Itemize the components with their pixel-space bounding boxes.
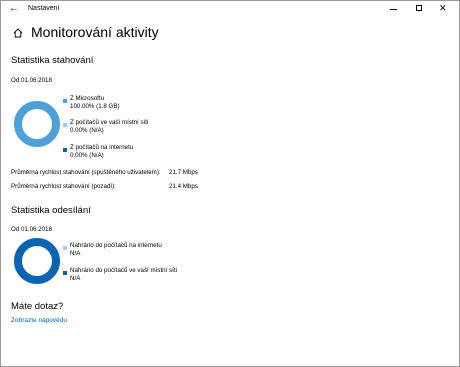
legend-label-microsoft: Z Microsoftu [70, 95, 105, 102]
help-link[interactable]: Zobrazte nápovědu [11, 317, 67, 325]
download-donut-ring [14, 101, 60, 147]
legend-swatch-upload-internet [63, 246, 67, 250]
legend-swatch-microsoft [63, 99, 67, 103]
close-button[interactable]: ✕ [431, 1, 457, 17]
settings-window: ← Nastavení ✕ Monitorování aktivity Stat… [0, 0, 460, 367]
legend-value-microsoft: 100.00% (1.8 GB) [70, 103, 120, 110]
minimize-button[interactable] [381, 1, 407, 17]
legend-label-upload-internet: Nahráno do počítačů na internetu [70, 242, 162, 249]
back-arrow-icon[interactable]: ← [7, 2, 21, 16]
download-section-title: Statistika stahování [11, 55, 94, 66]
legend-label-local-network: Z počítačů ve vaší místní síti [70, 119, 149, 126]
title-bar: ← Nastavení ✕ [1, 1, 459, 17]
legend-swatch-internet [63, 148, 67, 152]
home-icon[interactable] [13, 28, 23, 38]
avg-user-speed-value: 21.7 Mbps [169, 169, 198, 176]
legend-value-internet: 0.00% (N/A) [70, 152, 104, 159]
window-title: Nastavení [28, 5, 60, 12]
upload-donut-chart [14, 238, 60, 284]
upload-donut-ring [14, 238, 60, 284]
download-date: Od 01.06.2018 [11, 77, 52, 84]
avg-user-speed-label: Průměrná rychlost stahování (spuštěného … [11, 169, 161, 176]
upload-date: Od 01.06.2018 [11, 226, 52, 233]
legend-value-upload-local: N/A [70, 275, 81, 282]
maximize-button[interactable] [406, 1, 432, 17]
legend-label-internet: Z počítačů na internetu [70, 144, 134, 151]
page-title: Monitorování aktivity [31, 24, 159, 40]
legend-swatch-local-network [63, 123, 67, 127]
legend-swatch-upload-local [63, 271, 67, 275]
legend-value-local-network: 0.00% (N/A) [70, 127, 104, 134]
close-icon: ✕ [439, 3, 447, 13]
avg-bg-speed-label: Průměrná rychlost stahování (pozadí): [11, 183, 116, 190]
maximize-icon [416, 5, 422, 11]
legend-value-upload-internet: N/A [70, 250, 81, 257]
upload-section-title: Statistika odesílání [11, 205, 91, 216]
avg-bg-speed-value: 21.4 Mbps [169, 183, 198, 190]
help-title: Máte dotaz? [11, 301, 64, 312]
download-donut-chart [14, 101, 60, 147]
legend-label-upload-local: Nahráno do počítačů ve vaší místní síti [70, 267, 177, 274]
minimize-icon [390, 9, 397, 10]
